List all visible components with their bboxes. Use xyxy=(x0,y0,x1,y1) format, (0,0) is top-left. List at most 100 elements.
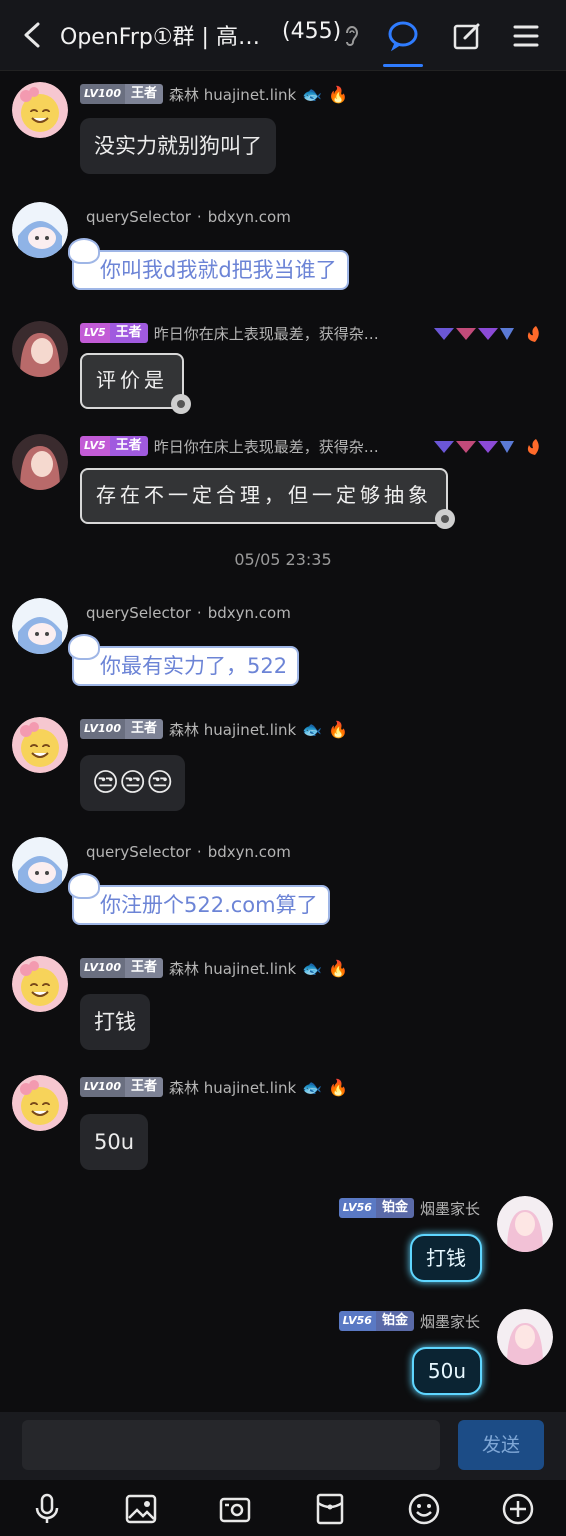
sender-line: LV5 王者 昨日你在床上表现最差，获得杂… xyxy=(80,435,379,457)
sender-name[interactable]: 森林 huajinet.link xyxy=(169,719,296,740)
sender-name[interactable]: 烟墨家长 xyxy=(420,1311,480,1332)
back-arrow-icon[interactable] xyxy=(18,20,46,50)
sender-name[interactable]: 昨日你在床上表现最差，获得杂… xyxy=(154,323,379,344)
sender-line: LV56 铂金 烟墨家长 xyxy=(338,1310,480,1332)
group-title[interactable]: OpenFrp①群 | 高… xyxy=(60,19,260,51)
sender-name[interactable]: 森林 huajinet.link xyxy=(169,1077,296,1098)
message-bubble[interactable]: 存在不一定合理，但一定够抽象 xyxy=(80,468,448,524)
anime-avatar-icon xyxy=(12,202,68,258)
member-count: (455) xyxy=(282,19,342,44)
anime-girl-avatar-icon xyxy=(12,321,68,377)
level-badge: LV100 王者 xyxy=(80,719,163,739)
fish-icon: 🐟 xyxy=(302,719,323,739)
fish-icon: 🐟 xyxy=(302,1077,323,1097)
timestamp-divider: 05/05 23:35 xyxy=(234,550,332,569)
level-badge: LV5 王者 xyxy=(80,436,148,456)
anime-avatar-icon xyxy=(12,598,68,654)
sender-line: LV100 王者 森林 huajinet.link 🐟 🔥 xyxy=(80,957,348,979)
level-badge: LV5 王者 xyxy=(80,323,148,343)
message-bubble[interactable]: 你注册个522.com算了 xyxy=(68,873,330,925)
fire-icon: 🔥 xyxy=(328,958,349,978)
message-bubble[interactable]: 你最有实力了，522 xyxy=(67,634,300,686)
sender-line: LV100 王者 森林 huajinet.link 🐟 🔥 xyxy=(80,1076,348,1098)
sender-name[interactable]: querySelector xyxy=(86,208,191,226)
avatar[interactable] xyxy=(497,1309,553,1365)
separator-dot: · xyxy=(196,843,202,861)
message-input[interactable] xyxy=(22,1420,440,1470)
level-badge: LV100 王者 xyxy=(80,1077,163,1097)
emoji-icon[interactable] xyxy=(407,1492,441,1526)
fish-icon: 🐟 xyxy=(302,958,323,978)
plus-icon[interactable] xyxy=(501,1492,535,1526)
sender-name[interactable]: querySelector xyxy=(86,843,191,861)
avatar[interactable] xyxy=(12,837,68,893)
sender-line: querySelector · bdxyn.com xyxy=(86,602,291,624)
gear-icon xyxy=(171,394,191,414)
level-badge: LV100 王者 xyxy=(80,958,163,978)
smiley-avatar-icon xyxy=(12,82,68,138)
sender-name[interactable]: querySelector xyxy=(86,604,191,622)
image-icon[interactable] xyxy=(124,1492,158,1526)
send-button[interactable]: 发送 xyxy=(458,1420,544,1470)
smiley-avatar-icon xyxy=(12,717,68,773)
level-badge: LV56 铂金 xyxy=(338,1198,414,1218)
red-packet-icon[interactable] xyxy=(313,1492,347,1526)
sender-line: LV5 王者 昨日你在床上表现最差，获得杂… xyxy=(80,322,379,344)
edit-icon[interactable] xyxy=(452,21,482,51)
sender-line: LV56 铂金 烟墨家长 xyxy=(338,1197,480,1219)
separator-dot: · xyxy=(196,604,202,622)
message-bubble[interactable]: 打钱 xyxy=(80,994,150,1050)
chat-header: OpenFrp①群 | 高… (455) xyxy=(0,0,566,71)
avatar[interactable] xyxy=(12,1075,68,1131)
avatar[interactable] xyxy=(12,202,68,258)
fire-icon: 🔥 xyxy=(328,719,349,739)
camera-icon[interactable] xyxy=(218,1492,252,1526)
message-bubble[interactable]: 打钱 xyxy=(410,1234,482,1282)
smiley-avatar-icon xyxy=(12,1075,68,1131)
menu-icon[interactable] xyxy=(512,22,540,50)
sender-domain: bdxyn.com xyxy=(207,208,291,226)
avatar[interactable] xyxy=(12,956,68,1012)
message-bubble[interactable]: 你叫我d我就d把我当谁了 xyxy=(68,238,349,290)
pink-anime-avatar-icon xyxy=(497,1309,553,1365)
medal-icons xyxy=(432,437,550,461)
message-bubble[interactable]: 50u xyxy=(411,1347,482,1395)
sender-line: querySelector · bdxyn.com xyxy=(86,206,291,228)
anime-avatar-icon xyxy=(12,837,68,893)
sender-name[interactable]: 森林 huajinet.link xyxy=(169,84,296,105)
anime-girl-avatar-icon xyxy=(12,434,68,490)
avatar[interactable] xyxy=(12,717,68,773)
level-badge: LV100 王者 xyxy=(80,84,163,104)
separator-dot: · xyxy=(196,208,202,226)
sender-domain: bdxyn.com xyxy=(207,604,291,622)
avatar[interactable] xyxy=(12,434,68,490)
smiley-avatar-icon xyxy=(12,956,68,1012)
sender-name[interactable]: 烟墨家长 xyxy=(420,1198,480,1219)
fire-icon: 🔥 xyxy=(328,1077,349,1097)
bottom-toolbar xyxy=(0,1480,566,1536)
ear-icon xyxy=(346,26,359,46)
avatar[interactable] xyxy=(12,321,68,377)
medal-icons xyxy=(432,324,550,348)
avatar[interactable] xyxy=(12,82,68,138)
sender-domain: bdxyn.com xyxy=(207,843,291,861)
sender-line: LV100 王者 森林 huajinet.link 🐟 🔥 xyxy=(80,83,348,105)
message-bubble[interactable]: 50u xyxy=(80,1114,149,1170)
sender-line: querySelector · bdxyn.com xyxy=(86,841,291,863)
message-bubble[interactable]: 没实力就别狗叫了 xyxy=(80,118,276,174)
fish-icon: 🐟 xyxy=(302,84,323,104)
pink-anime-avatar-icon xyxy=(497,1196,553,1252)
microphone-icon[interactable] xyxy=(30,1492,64,1526)
input-bar: 发送 xyxy=(0,1412,566,1480)
sender-name[interactable]: 昨日你在床上表现最差，获得杂… xyxy=(154,436,379,457)
sender-name[interactable]: 森林 huajinet.link xyxy=(169,958,296,979)
chat-tab-icon[interactable] xyxy=(387,20,419,52)
avatar[interactable] xyxy=(12,598,68,654)
message-bubble[interactable]: 😒😒😒 xyxy=(80,755,186,811)
active-tab-indicator xyxy=(383,64,423,67)
avatar[interactable] xyxy=(497,1196,553,1252)
sender-line: LV100 王者 森林 huajinet.link 🐟 🔥 xyxy=(80,718,348,740)
fire-icon: 🔥 xyxy=(328,84,349,104)
level-badge: LV56 铂金 xyxy=(338,1311,414,1331)
gear-icon xyxy=(435,509,455,529)
